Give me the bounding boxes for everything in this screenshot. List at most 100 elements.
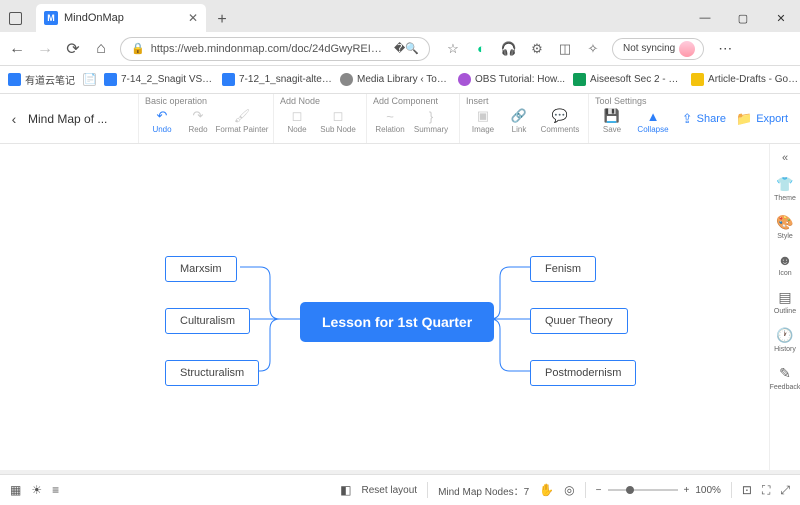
- bookmark-item[interactable]: Media Library ‹ Top...: [340, 73, 450, 86]
- brightness-icon[interactable]: ☀: [31, 483, 42, 497]
- star-icon[interactable]: ☆: [444, 40, 462, 58]
- collections-icon[interactable]: ✧: [584, 40, 602, 58]
- export-button[interactable]: 📁Export: [736, 111, 788, 127]
- group-title: Insert: [466, 96, 582, 108]
- zoom-in-button[interactable]: +: [684, 485, 690, 496]
- browser-tab[interactable]: M MindOnMap ✕: [36, 4, 206, 32]
- reset-layout-button[interactable]: Reset layout: [361, 485, 417, 496]
- relation-button[interactable]: ~Relation: [373, 108, 407, 134]
- list-icon[interactable]: ≡: [52, 483, 59, 497]
- subnode-button[interactable]: ◻Sub Node: [316, 108, 360, 134]
- bookmark-item[interactable]: 📄: [83, 73, 96, 86]
- redo-icon: ↷: [190, 108, 206, 124]
- home-button[interactable]: ⌂: [92, 40, 110, 58]
- gear-icon[interactable]: ⚙: [528, 40, 546, 58]
- brush-icon: 🖌: [234, 108, 250, 124]
- back-button[interactable]: ←: [8, 40, 26, 58]
- target-icon[interactable]: ◎: [564, 483, 574, 497]
- group-title: Tool Settings: [595, 96, 675, 108]
- bookmark-item[interactable]: 7-12_1_snagit-alter...: [222, 73, 332, 86]
- forward-button[interactable]: →: [36, 40, 54, 58]
- share-button[interactable]: ⇪Share: [682, 111, 726, 127]
- doc-title[interactable]: Mind Map of ...: [28, 94, 138, 143]
- mindmap-node[interactable]: Culturalism: [165, 308, 250, 334]
- theme-button[interactable]: 👕Theme: [774, 176, 796, 202]
- shirt-icon: 👕: [776, 176, 793, 193]
- feedback-button[interactable]: ✎Feedback: [770, 365, 800, 391]
- comment-icon: 💬: [552, 108, 568, 124]
- reload-button[interactable]: ⟳: [64, 40, 82, 58]
- zoom-control[interactable]: − + 100%: [596, 485, 721, 496]
- node-button[interactable]: ◻Node: [280, 108, 314, 134]
- image-icon: ▣: [475, 108, 491, 124]
- expand-icon[interactable]: ⤢: [780, 483, 790, 498]
- search-icon[interactable]: �🔍: [394, 42, 419, 55]
- sync-button[interactable]: Not syncing: [612, 38, 704, 60]
- mindmap-canvas[interactable]: Marxsim Culturalism Structuralism Lesson…: [0, 144, 769, 470]
- format-painter-button[interactable]: 🖌Format Painter: [217, 108, 267, 134]
- new-tab-button[interactable]: +: [210, 8, 234, 32]
- mindmap-node[interactable]: Quuer Theory: [530, 308, 628, 334]
- zoom-out-button[interactable]: −: [596, 485, 602, 496]
- status-bar: ▦ ☀ ≡ ◧ Reset layout Mind Map Nodes：7 ✋ …: [0, 474, 800, 505]
- bookmarks-bar: 有道云笔记 📄 7-14_2_Snagit VS S... 7-12_1_sna…: [0, 66, 800, 94]
- summary-button[interactable]: }Summary: [409, 108, 453, 134]
- maximize-button[interactable]: ▢: [724, 4, 762, 32]
- collapse-icon: ▲: [645, 108, 661, 124]
- hand-icon[interactable]: ✋: [539, 483, 554, 497]
- tab-overview-button[interactable]: [0, 4, 30, 32]
- image-button[interactable]: ▣Image: [466, 108, 500, 134]
- icon-button[interactable]: ☻Icon: [778, 252, 793, 277]
- address-field[interactable]: 🔒 https://web.mindonmap.com/doc/24dGwyRE…: [120, 37, 430, 61]
- center-icon[interactable]: ⊡: [742, 483, 752, 497]
- grid-icon[interactable]: ◫: [556, 40, 574, 58]
- fullscreen-icon[interactable]: ⛶: [762, 483, 770, 498]
- outline-button[interactable]: ▤Outline: [774, 289, 796, 315]
- save-button[interactable]: 💾Save: [595, 108, 629, 134]
- bookmark-item[interactable]: 有道云笔记: [8, 72, 75, 87]
- app-toolbar: ‹ Mind Map of ... Basic operation ↶Undo …: [0, 94, 800, 144]
- extension-icon[interactable]: ◐: [472, 40, 490, 58]
- zoom-slider[interactable]: [608, 489, 678, 491]
- mindmap-node[interactable]: Structuralism: [165, 360, 259, 386]
- style-button[interactable]: 🎨Style: [776, 214, 793, 240]
- pencil-icon: ✎: [779, 365, 791, 382]
- undo-button[interactable]: ↶Undo: [145, 108, 179, 134]
- share-icon: ⇪: [682, 111, 693, 127]
- outline-icon: ▤: [778, 289, 791, 306]
- reset-icon: ◧: [340, 483, 351, 497]
- mindmap-node[interactable]: Marxsim: [165, 256, 237, 282]
- close-tab-icon[interactable]: ✕: [188, 11, 198, 25]
- comments-button[interactable]: 💬Comments: [538, 108, 582, 134]
- rail-collapse-button[interactable]: «: [782, 152, 788, 164]
- node-icon: ◻: [289, 108, 305, 124]
- bookmark-item[interactable]: OBS Tutorial: How...: [458, 73, 565, 86]
- link-icon: 🔗: [511, 108, 527, 124]
- relation-icon: ~: [382, 108, 398, 124]
- bookmark-item[interactable]: Article-Drafts - Goo...: [691, 73, 800, 86]
- mindmap-node[interactable]: Fenism: [530, 256, 596, 282]
- close-window-button[interactable]: ✕: [762, 4, 800, 32]
- collapse-button[interactable]: ▲Collapse: [631, 108, 675, 134]
- lock-icon: 🔒: [131, 42, 145, 55]
- url-text: https://web.mindonmap.com/doc/24dGwyREIF…: [151, 43, 388, 55]
- doc-back-button[interactable]: ‹: [0, 94, 28, 143]
- palette-icon: 🎨: [776, 214, 793, 231]
- export-icon: 📁: [736, 111, 752, 127]
- history-button[interactable]: 🕐History: [774, 327, 796, 353]
- node-count: Mind Map Nodes：7: [438, 483, 529, 498]
- mindmap-center-node[interactable]: Lesson for 1st Quarter: [300, 302, 494, 342]
- mindmap-node[interactable]: Postmodernism: [530, 360, 636, 386]
- more-button[interactable]: ⋯: [714, 40, 737, 57]
- layout-icon[interactable]: ▦: [10, 483, 21, 497]
- link-button[interactable]: 🔗Link: [502, 108, 536, 134]
- headphones-icon[interactable]: 🎧: [500, 40, 518, 58]
- bookmark-item[interactable]: Aiseesoft Sec 2 - W...: [573, 73, 683, 86]
- group-title: Add Component: [373, 96, 453, 108]
- minimize-button[interactable]: —: [686, 4, 724, 32]
- summary-icon: }: [423, 108, 439, 124]
- favicon-icon: M: [44, 11, 58, 25]
- redo-button[interactable]: ↷Redo: [181, 108, 215, 134]
- address-bar: ← → ⟳ ⌂ 🔒 https://web.mindonmap.com/doc/…: [0, 32, 800, 66]
- bookmark-item[interactable]: 7-14_2_Snagit VS S...: [104, 73, 214, 86]
